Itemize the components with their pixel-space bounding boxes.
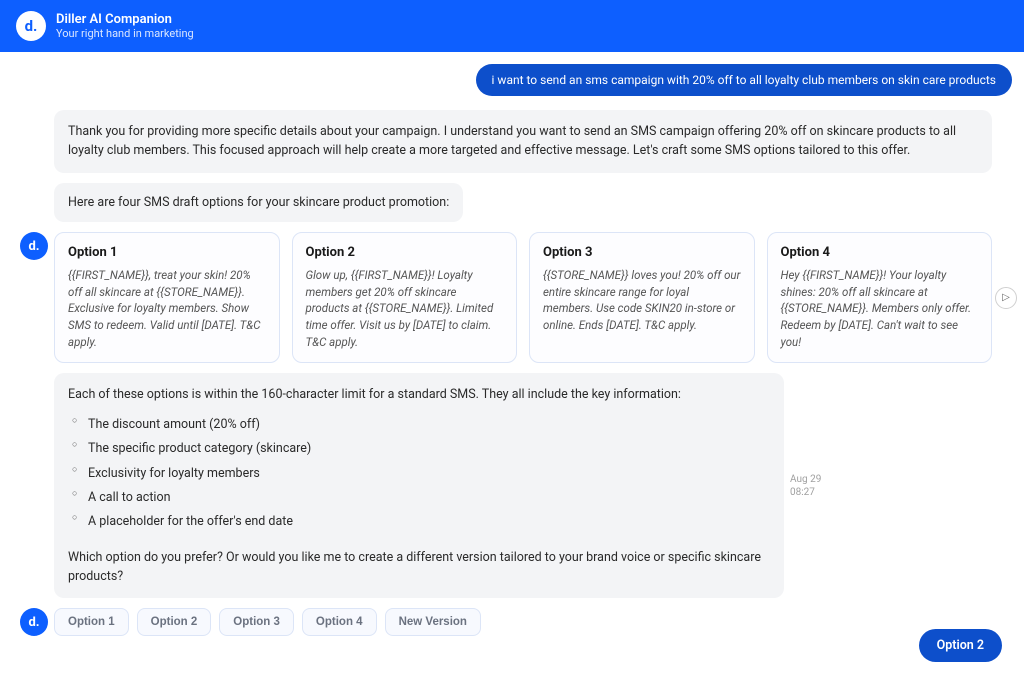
chip-option-1[interactable]: Option 1 [54, 608, 129, 636]
option-card-3[interactable]: Option 3 {{STORE_NAME}} loves you! 20% o… [529, 232, 755, 363]
option-title: Option 4 [781, 245, 979, 260]
list-item: A placeholder for the offer's end date [72, 512, 770, 531]
option-body: Glow up, {{FIRST_NAME}}! Loyalty members… [306, 267, 504, 350]
summary-bullet-list: The discount amount (20% off) The specif… [72, 415, 770, 532]
header-title: Diller AI Companion [56, 12, 194, 28]
list-item: A call to action [72, 488, 770, 507]
option-body: Hey {{FIRST_NAME}}! Your loyalty shines:… [781, 267, 979, 350]
chip-new-version[interactable]: New Version [385, 608, 481, 636]
user-selected-reply: Option 2 [919, 629, 1002, 662]
brand-logo-icon: d. [16, 11, 46, 41]
summary-intro: Each of these options is within the 160-… [68, 385, 770, 404]
option-body: {{FIRST_NAME}}, treat your skin! 20% off… [68, 267, 266, 350]
ai-avatar-icon: d. [20, 608, 48, 636]
chevron-right-icon: ▷ [1002, 292, 1010, 303]
option-title: Option 1 [68, 245, 266, 260]
ai-summary-bubble: Each of these options is within the 160-… [54, 373, 784, 598]
option-card-1[interactable]: Option 1 {{FIRST_NAME}}, treat your skin… [54, 232, 280, 363]
scroll-next-button[interactable]: ▷ [995, 287, 1017, 309]
chip-option-4[interactable]: Option 4 [302, 608, 377, 636]
choice-chip-row: d. Option 1 Option 2 Option 3 Option 4 N… [12, 608, 1012, 636]
ai-avatar-icon: d. [20, 232, 48, 260]
ai-intro-bubble: Thank you for providing more specific de… [54, 110, 992, 173]
list-item: The discount amount (20% off) [72, 415, 770, 434]
option-card-2[interactable]: Option 2 Glow up, {{FIRST_NAME}}! Loyalt… [292, 232, 518, 363]
sms-options-row: d. Option 1 {{FIRST_NAME}}, treat your s… [12, 232, 1012, 363]
list-item: The specific product category (skincare) [72, 439, 770, 458]
option-title: Option 3 [543, 245, 741, 260]
option-title: Option 2 [306, 245, 504, 260]
closing-question: Which option do you prefer? Or would you… [68, 548, 770, 587]
option-body: {{STORE_NAME}} loves you! 20% off our en… [543, 267, 741, 334]
chat-area: i want to send an sms campaign with 20% … [0, 52, 1024, 636]
header-subtitle: Your right hand in marketing [56, 27, 194, 40]
app-header: d. Diller AI Companion Your right hand i… [0, 0, 1024, 52]
option-card-4[interactable]: Option 4 Hey {{FIRST_NAME}}! Your loyalt… [767, 232, 993, 363]
list-item: Exclusivity for loyalty members [72, 464, 770, 483]
user-message-bubble: i want to send an sms campaign with 20% … [476, 64, 1012, 96]
ai-leadin-bubble: Here are four SMS draft options for your… [54, 183, 463, 222]
chip-option-3[interactable]: Option 3 [219, 608, 294, 636]
chip-option-2[interactable]: Option 2 [137, 608, 212, 636]
message-timestamp: Aug 29 08:27 [790, 473, 826, 499]
